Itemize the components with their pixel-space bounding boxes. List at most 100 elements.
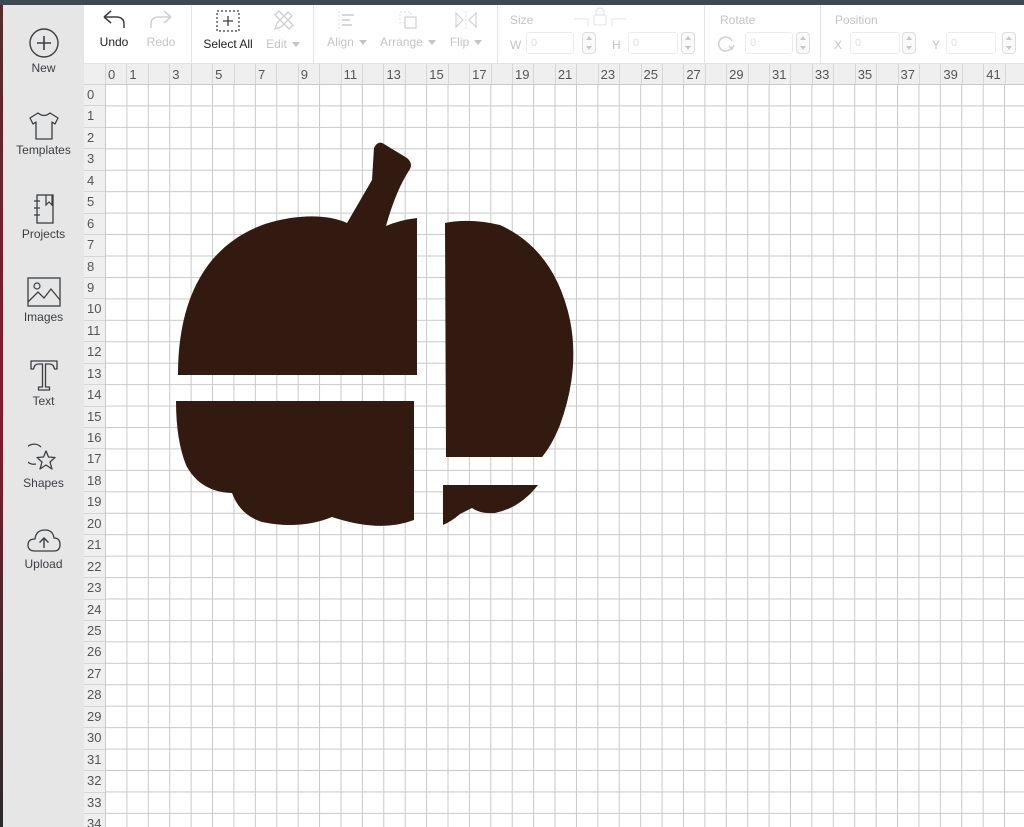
ruler-label-x: 37 xyxy=(900,67,915,82)
sidebar-item-images[interactable]: Images xyxy=(3,276,84,324)
toolbar-divider xyxy=(497,5,498,63)
width-input[interactable]: 0 xyxy=(526,32,574,54)
ruler-tick xyxy=(84,276,105,278)
ruler-tick xyxy=(554,64,556,84)
ruler-label-y: 21 xyxy=(87,537,102,553)
ruler-label-x: 1 xyxy=(129,67,137,82)
chevron-down-icon xyxy=(427,40,436,46)
ruler-tick xyxy=(84,234,105,236)
height-input[interactable]: 0 xyxy=(628,32,678,54)
toolbar: Undo Redo Select All Edit Align Arrange … xyxy=(84,5,1024,64)
ruler-tick xyxy=(84,126,105,128)
y-stepper[interactable] xyxy=(1002,32,1016,54)
ruler-tick xyxy=(212,64,214,84)
redo-button[interactable]: Redo xyxy=(141,5,181,63)
ruler-label-y: 30 xyxy=(87,730,102,746)
width-stepper[interactable] xyxy=(582,32,596,54)
rotate-stepper[interactable] xyxy=(796,32,810,54)
ruler-label-y: 9 xyxy=(87,279,95,295)
sidebar-item-shapes[interactable]: Shapes xyxy=(3,442,84,490)
ruler-label-y: 12 xyxy=(87,344,102,360)
lock-icon[interactable] xyxy=(574,7,626,27)
ruler-tick xyxy=(233,64,235,84)
pumpkin-right[interactable] xyxy=(445,220,574,457)
ruler-label-y: 5 xyxy=(87,194,95,210)
ruler-label-y: 14 xyxy=(87,387,102,403)
undo-icon xyxy=(103,10,125,28)
ruler-label-y: 6 xyxy=(87,215,95,231)
ruler-tick xyxy=(511,64,513,84)
sidebar-item-new[interactable]: New xyxy=(3,27,84,75)
toolbar-divider xyxy=(191,5,192,63)
ruler-label-x: 13 xyxy=(386,67,401,82)
ruler-tick xyxy=(84,512,105,514)
ruler-label-x: 21 xyxy=(557,67,573,82)
sidebar-item-text[interactable]: Text xyxy=(3,358,84,408)
ruler-tick xyxy=(790,64,792,84)
ruler-tick xyxy=(84,298,105,300)
pumpkin-bottom-left[interactable] xyxy=(176,401,414,526)
x-stepper[interactable] xyxy=(902,32,916,54)
rotate-input[interactable]: 0 xyxy=(745,32,793,54)
sidebar-label-shapes: Shapes xyxy=(23,476,64,490)
ruler-tick xyxy=(84,255,105,257)
edit-dropdown[interactable]: Edit xyxy=(262,5,304,63)
x-input[interactable]: 0 xyxy=(850,32,900,54)
ruler-label-x: 15 xyxy=(429,67,444,82)
design-canvas[interactable] xyxy=(105,84,1024,827)
y-input[interactable]: 0 xyxy=(946,32,996,54)
arrange-dropdown[interactable]: Arrange xyxy=(378,5,438,63)
ruler-tick xyxy=(661,64,663,84)
ruler-label-y: 10 xyxy=(87,301,102,317)
ruler-label-y: 1 xyxy=(87,108,95,124)
align-dropdown[interactable]: Align xyxy=(324,5,370,63)
ruler-tick xyxy=(940,64,942,84)
shapes-icon xyxy=(27,443,56,470)
ruler-label-y: 0 xyxy=(87,87,95,102)
pumpkin-top-left[interactable] xyxy=(178,142,417,375)
sidebar-item-projects[interactable]: Projects xyxy=(3,193,84,241)
pumpkin-bottom-right[interactable] xyxy=(443,485,538,525)
ruler-tick xyxy=(84,362,105,364)
ruler-label-x: 9 xyxy=(300,67,308,82)
ruler-label-x: 5 xyxy=(215,67,223,82)
pencil-ruler-icon xyxy=(273,10,294,31)
ruler-label-x: 33 xyxy=(814,67,830,82)
toolbar-divider xyxy=(704,5,705,63)
redo-icon xyxy=(150,10,172,28)
ruler-label-y: 34 xyxy=(87,815,102,827)
ruler-label-y: 28 xyxy=(87,687,102,703)
select-all-icon xyxy=(216,10,240,32)
ruler-label-x: 31 xyxy=(772,67,787,82)
ruler-label-y: 31 xyxy=(87,751,102,767)
ruler-label-y: 8 xyxy=(87,258,95,274)
select-all-button[interactable]: Select All xyxy=(200,5,256,63)
ruler-tick xyxy=(254,64,256,84)
rotate-title: Rotate xyxy=(720,13,756,27)
ruler-label-x: 3 xyxy=(172,67,180,82)
ruler-tick xyxy=(84,620,105,621)
pumpkin-design[interactable] xyxy=(105,84,1024,827)
height-label: H xyxy=(612,38,621,52)
ruler-tick xyxy=(747,64,749,84)
ruler-label-x: 27 xyxy=(686,67,701,82)
ruler-tick xyxy=(983,64,985,84)
ruler-label-x: 25 xyxy=(643,67,658,82)
position-title: Position xyxy=(835,13,878,27)
ruler-tick xyxy=(126,64,128,84)
sidebar: New Templates Projects Images Text Shape… xyxy=(3,5,84,827)
undo-button[interactable]: Undo xyxy=(94,5,134,63)
ruler-tick xyxy=(190,64,192,84)
ruler-corner xyxy=(84,64,105,84)
ruler-tick xyxy=(854,64,856,84)
sidebar-item-templates[interactable]: Templates xyxy=(3,111,84,157)
chevron-down-icon xyxy=(291,42,300,48)
ruler-label-y: 17 xyxy=(87,451,102,467)
ruler-tick xyxy=(84,812,105,814)
flip-dropdown[interactable]: Flip xyxy=(446,5,486,63)
align-label: Align xyxy=(327,35,354,49)
ruler-label-y: 18 xyxy=(87,472,102,488)
height-stepper[interactable] xyxy=(681,32,695,54)
ruler-tick xyxy=(84,705,105,707)
sidebar-item-upload[interactable]: Upload xyxy=(3,527,84,571)
